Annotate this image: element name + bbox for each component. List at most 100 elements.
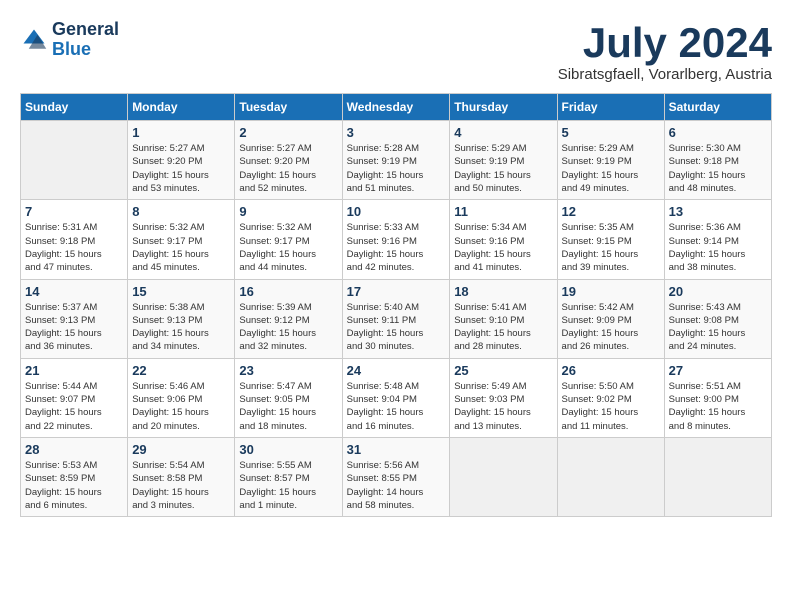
calendar-cell: 15 Sunrise: 5:38 AM Sunset: 9:13 PM Dayli… [128, 279, 235, 358]
day-number: 9 [239, 204, 337, 219]
day-number: 27 [669, 363, 767, 378]
calendar-cell: 14 Sunrise: 5:37 AM Sunset: 9:13 PM Dayli… [21, 279, 128, 358]
day-info: Sunrise: 5:36 AM Sunset: 9:14 PM Dayligh… [669, 221, 767, 274]
day-info: Sunrise: 5:54 AM Sunset: 8:58 PM Dayligh… [132, 459, 230, 512]
day-number: 8 [132, 204, 230, 219]
day-number: 14 [25, 284, 123, 299]
column-header-saturday: Saturday [664, 94, 771, 121]
day-number: 2 [239, 125, 337, 140]
day-number: 17 [347, 284, 446, 299]
calendar-week-row: 7 Sunrise: 5:31 AM Sunset: 9:18 PM Daylig… [21, 200, 772, 279]
day-number: 7 [25, 204, 123, 219]
day-info: Sunrise: 5:44 AM Sunset: 9:07 PM Dayligh… [25, 380, 123, 433]
day-info: Sunrise: 5:32 AM Sunset: 9:17 PM Dayligh… [132, 221, 230, 274]
calendar-cell: 28 Sunrise: 5:53 AM Sunset: 8:59 PM Dayli… [21, 437, 128, 516]
calendar-week-row: 28 Sunrise: 5:53 AM Sunset: 8:59 PM Dayli… [21, 437, 772, 516]
calendar-cell: 3 Sunrise: 5:28 AM Sunset: 9:19 PM Daylig… [342, 121, 450, 200]
day-info: Sunrise: 5:33 AM Sunset: 9:16 PM Dayligh… [347, 221, 446, 274]
day-number: 16 [239, 284, 337, 299]
calendar-cell: 29 Sunrise: 5:54 AM Sunset: 8:58 PM Dayli… [128, 437, 235, 516]
calendar-cell: 9 Sunrise: 5:32 AM Sunset: 9:17 PM Daylig… [235, 200, 342, 279]
day-info: Sunrise: 5:32 AM Sunset: 9:17 PM Dayligh… [239, 221, 337, 274]
day-number: 18 [454, 284, 552, 299]
day-number: 22 [132, 363, 230, 378]
calendar-cell: 8 Sunrise: 5:32 AM Sunset: 9:17 PM Daylig… [128, 200, 235, 279]
day-number: 21 [25, 363, 123, 378]
column-header-monday: Monday [128, 94, 235, 121]
day-info: Sunrise: 5:31 AM Sunset: 9:18 PM Dayligh… [25, 221, 123, 274]
day-info: Sunrise: 5:35 AM Sunset: 9:15 PM Dayligh… [562, 221, 660, 274]
day-info: Sunrise: 5:29 AM Sunset: 9:19 PM Dayligh… [562, 142, 660, 195]
day-info: Sunrise: 5:34 AM Sunset: 9:16 PM Dayligh… [454, 221, 552, 274]
day-info: Sunrise: 5:37 AM Sunset: 9:13 PM Dayligh… [25, 301, 123, 354]
day-info: Sunrise: 5:38 AM Sunset: 9:13 PM Dayligh… [132, 301, 230, 354]
day-number: 29 [132, 442, 230, 457]
day-info: Sunrise: 5:40 AM Sunset: 9:11 PM Dayligh… [347, 301, 446, 354]
calendar-cell: 30 Sunrise: 5:55 AM Sunset: 8:57 PM Dayli… [235, 437, 342, 516]
day-number: 23 [239, 363, 337, 378]
day-info: Sunrise: 5:29 AM Sunset: 9:19 PM Dayligh… [454, 142, 552, 195]
day-info: Sunrise: 5:27 AM Sunset: 9:20 PM Dayligh… [239, 142, 337, 195]
day-info: Sunrise: 5:46 AM Sunset: 9:06 PM Dayligh… [132, 380, 230, 433]
day-info: Sunrise: 5:51 AM Sunset: 9:00 PM Dayligh… [669, 380, 767, 433]
logo-icon [20, 26, 48, 54]
day-number: 25 [454, 363, 552, 378]
calendar-cell: 7 Sunrise: 5:31 AM Sunset: 9:18 PM Daylig… [21, 200, 128, 279]
calendar-cell [664, 437, 771, 516]
calendar-cell: 26Sunrise: 5:50 AM Sunset: 9:02 PM Dayli… [557, 358, 664, 437]
day-number: 11 [454, 204, 552, 219]
calendar-cell [21, 121, 128, 200]
day-number: 31 [347, 442, 446, 457]
calendar-cell: 25 Sunrise: 5:49 AM Sunset: 9:03 PM Dayli… [450, 358, 557, 437]
day-number: 3 [347, 125, 446, 140]
day-info: Sunrise: 5:49 AM Sunset: 9:03 PM Dayligh… [454, 380, 552, 433]
calendar-cell: 31 Sunrise: 5:56 AM Sunset: 8:55 PM Dayli… [342, 437, 450, 516]
calendar-cell: 19Sunrise: 5:42 AM Sunset: 9:09 PM Dayli… [557, 279, 664, 358]
calendar-cell: 20 Sunrise: 5:43 AM Sunset: 9:08 PM Dayli… [664, 279, 771, 358]
day-number: 20 [669, 284, 767, 299]
day-number: 30 [239, 442, 337, 457]
calendar-cell: 27 Sunrise: 5:51 AM Sunset: 9:00 PM Dayli… [664, 358, 771, 437]
calendar-table: SundayMondayTuesdayWednesdayThursdayFrid… [20, 93, 772, 517]
calendar-cell: 18 Sunrise: 5:41 AM Sunset: 9:10 PM Dayli… [450, 279, 557, 358]
calendar-cell: 10 Sunrise: 5:33 AM Sunset: 9:16 PM Dayli… [342, 200, 450, 279]
day-number: 10 [347, 204, 446, 219]
day-info: Sunrise: 5:39 AM Sunset: 9:12 PM Dayligh… [239, 301, 337, 354]
column-header-sunday: Sunday [21, 94, 128, 121]
day-info: Sunrise: 5:53 AM Sunset: 8:59 PM Dayligh… [25, 459, 123, 512]
day-info: Sunrise: 5:28 AM Sunset: 9:19 PM Dayligh… [347, 142, 446, 195]
day-number: 13 [669, 204, 767, 219]
day-info: Sunrise: 5:50 AM Sunset: 9:02 PM Dayligh… [562, 380, 660, 433]
calendar-cell: 16 Sunrise: 5:39 AM Sunset: 9:12 PM Dayli… [235, 279, 342, 358]
calendar-cell: 23Sunrise: 5:47 AM Sunset: 9:05 PM Dayli… [235, 358, 342, 437]
day-number: 28 [25, 442, 123, 457]
column-header-tuesday: Tuesday [235, 94, 342, 121]
calendar-cell: 17 Sunrise: 5:40 AM Sunset: 9:11 PM Dayli… [342, 279, 450, 358]
column-header-friday: Friday [557, 94, 664, 121]
day-info: Sunrise: 5:27 AM Sunset: 9:20 PM Dayligh… [132, 142, 230, 195]
calendar-cell: 21 Sunrise: 5:44 AM Sunset: 9:07 PM Dayli… [21, 358, 128, 437]
day-info: Sunrise: 5:41 AM Sunset: 9:10 PM Dayligh… [454, 301, 552, 354]
location: Sibratsgfaell, Vorarlberg, Austria [558, 66, 772, 83]
day-info: Sunrise: 5:48 AM Sunset: 9:04 PM Dayligh… [347, 380, 446, 433]
day-number: 12 [562, 204, 660, 219]
month-title: July 2024 [558, 20, 772, 66]
day-info: Sunrise: 5:55 AM Sunset: 8:57 PM Dayligh… [239, 459, 337, 512]
column-header-thursday: Thursday [450, 94, 557, 121]
calendar-cell: 5 Sunrise: 5:29 AM Sunset: 9:19 PM Daylig… [557, 121, 664, 200]
day-number: 15 [132, 284, 230, 299]
calendar-cell: 13 Sunrise: 5:36 AM Sunset: 9:14 PM Dayli… [664, 200, 771, 279]
calendar-week-row: 1Sunrise: 5:27 AM Sunset: 9:20 PM Daylig… [21, 121, 772, 200]
day-info: Sunrise: 5:56 AM Sunset: 8:55 PM Dayligh… [347, 459, 446, 512]
page-header: General Blue July 2024 Sibratsgfaell, Vo… [20, 20, 772, 83]
calendar-cell: 22 Sunrise: 5:46 AM Sunset: 9:06 PM Dayli… [128, 358, 235, 437]
day-info: Sunrise: 5:43 AM Sunset: 9:08 PM Dayligh… [669, 301, 767, 354]
calendar-cell: 4 Sunrise: 5:29 AM Sunset: 9:19 PM Daylig… [450, 121, 557, 200]
calendar-cell [557, 437, 664, 516]
day-number: 5 [562, 125, 660, 140]
calendar-cell: 2 Sunrise: 5:27 AM Sunset: 9:20 PM Daylig… [235, 121, 342, 200]
calendar-cell: 12 Sunrise: 5:35 AM Sunset: 9:15 PM Dayli… [557, 200, 664, 279]
column-header-wednesday: Wednesday [342, 94, 450, 121]
logo: General Blue [20, 20, 119, 60]
day-number: 4 [454, 125, 552, 140]
